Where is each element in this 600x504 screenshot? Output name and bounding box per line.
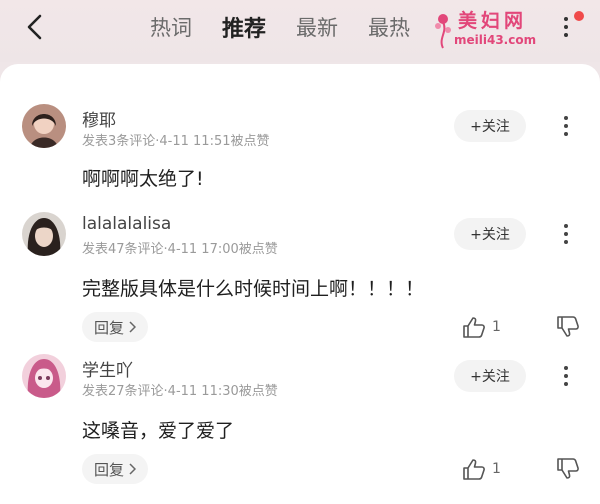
comment-meta: 发表47条评论·4-11 17:00被点赞	[82, 242, 278, 257]
more-menu-button[interactable]	[556, 12, 576, 42]
username[interactable]: 穆耶	[82, 106, 116, 131]
flower-icon	[435, 14, 451, 49]
avatar[interactable]	[22, 212, 66, 256]
chevron-right-icon	[129, 463, 137, 475]
comment-more-button[interactable]	[560, 112, 572, 140]
reply-label: 回复	[94, 318, 125, 337]
like-count: 1	[492, 319, 501, 335]
more-vertical-icon	[564, 17, 568, 21]
thumbs-up-icon	[463, 459, 485, 480]
watermark-logo: 美妇网 meili43.com	[432, 6, 562, 52]
follow-button[interactable]: +关注	[454, 360, 526, 392]
tab-hot-words[interactable]: 热词	[150, 12, 192, 42]
username[interactable]: lalalalalisa	[82, 214, 171, 234]
more-vertical-icon	[564, 366, 568, 370]
comment-list: 穆耶 发表3条评论·4-11 11:51被点赞 +关注 啊啊啊太绝了! lala…	[0, 64, 600, 504]
chevron-right-icon	[129, 321, 137, 333]
top-nav-bar: 热词 推荐 最新 最热 美妇网 meili43.com	[0, 0, 600, 62]
comment-text: 啊啊啊太绝了!	[82, 168, 204, 190]
thumbs-down-icon	[557, 316, 579, 337]
like-count: 1	[492, 461, 501, 477]
back-button[interactable]	[20, 12, 50, 42]
reply-button[interactable]: 回复	[82, 312, 149, 342]
thumbs-up-icon	[463, 317, 485, 338]
avatar[interactable]	[22, 104, 66, 148]
chevron-left-icon	[27, 14, 42, 40]
tab-bar: 热词 推荐 最新 最热	[150, 12, 410, 42]
avatar[interactable]	[22, 354, 66, 398]
follow-button[interactable]: +关注	[454, 218, 526, 250]
comment-more-button[interactable]	[560, 220, 572, 248]
username[interactable]: 学生吖	[82, 356, 133, 381]
thumbs-down-icon	[557, 458, 579, 479]
dislike-button[interactable]	[556, 454, 580, 484]
comment-more-button[interactable]	[560, 362, 572, 390]
reply-button[interactable]: 回复	[82, 454, 149, 484]
comment-text: 完整版具体是什么时候时间上啊！！！！	[82, 278, 425, 300]
notification-dot	[574, 11, 584, 21]
tab-recommended[interactable]: 推荐	[222, 11, 266, 43]
like-button[interactable]: 1	[462, 454, 501, 484]
follow-button[interactable]: +关注	[454, 110, 526, 142]
more-vertical-icon	[564, 116, 568, 120]
comment-text: 这嗓音，爱了爱了	[82, 420, 235, 442]
like-button[interactable]: 1	[462, 312, 501, 342]
tab-hottest[interactable]: 最热	[368, 12, 410, 42]
watermark-url: meili43.com	[454, 33, 537, 47]
more-vertical-icon	[564, 224, 568, 228]
comment-meta: 发表3条评论·4-11 11:51被点赞	[82, 134, 270, 149]
reply-label: 回复	[94, 460, 125, 479]
watermark-title: 美妇网	[458, 10, 528, 32]
tab-latest[interactable]: 最新	[296, 12, 338, 42]
comment-meta: 发表27条评论·4-11 11:30被点赞	[82, 384, 278, 399]
dislike-button[interactable]	[556, 312, 580, 342]
